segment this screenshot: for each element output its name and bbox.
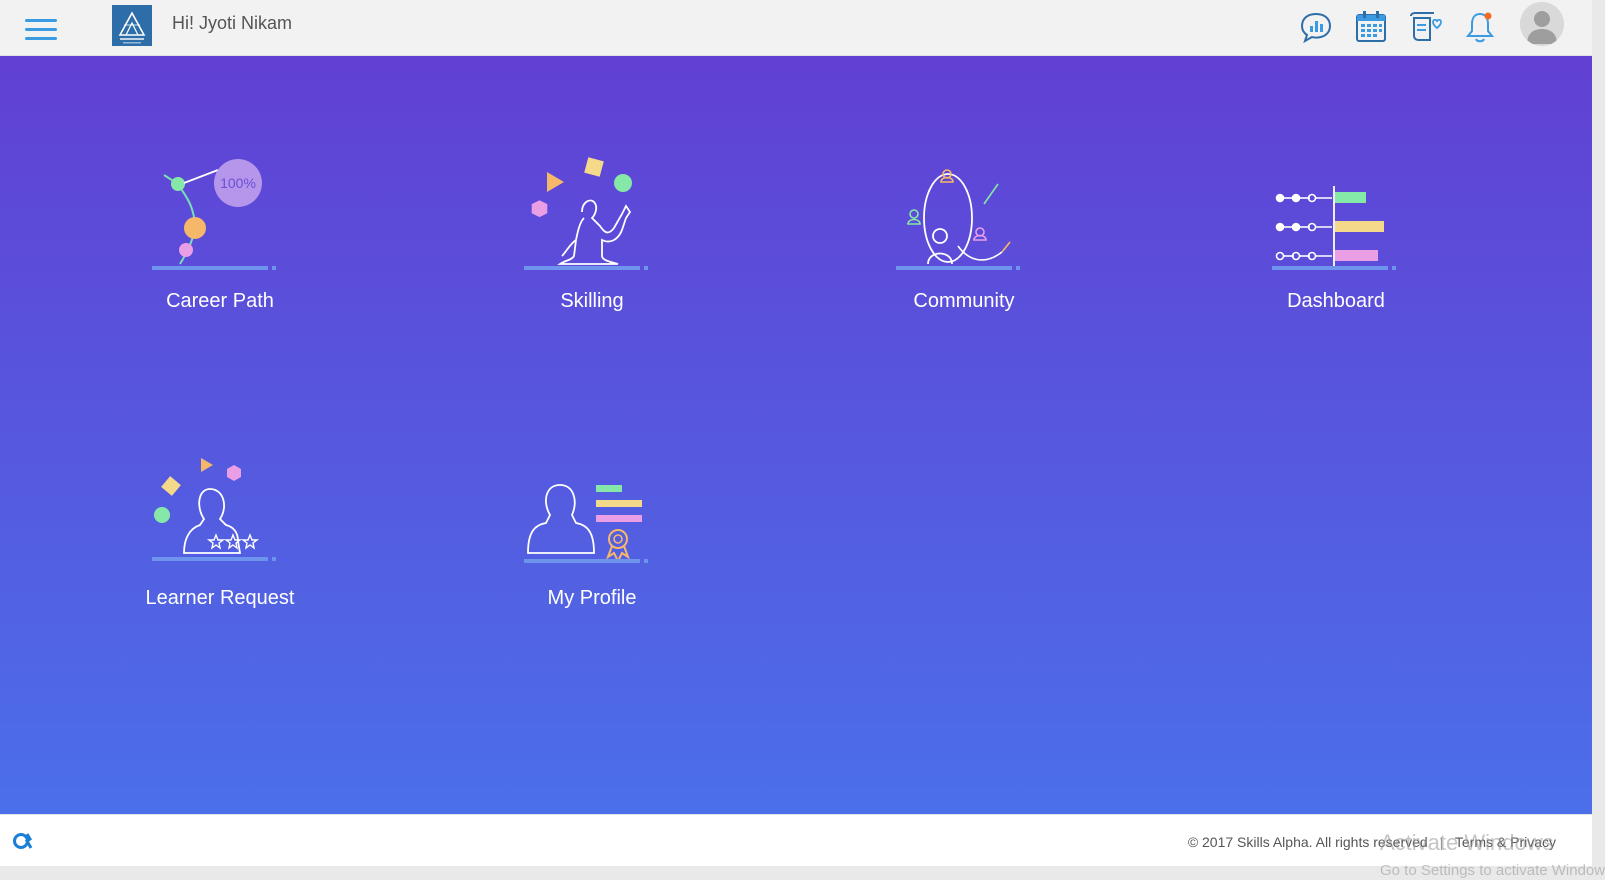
dashboard-icon — [1272, 186, 1396, 270]
tile-label: Career Path — [166, 290, 274, 312]
skilling-icon — [524, 157, 648, 270]
skills-alpha-logo[interactable] — [112, 5, 152, 46]
copyright-bar: © 2017 Skills Alpha. All rights reserved… — [1188, 834, 1556, 850]
top-bar: Hi! Jyoti Nikam — [0, 0, 1592, 56]
tile-label: Learner Request — [145, 587, 295, 609]
community-icon — [896, 169, 1020, 270]
tile-label: Community — [913, 290, 1015, 312]
copyright-text: © 2017 Skills Alpha. All rights reserved — [1187, 834, 1428, 850]
career-path-icon: 100% — [152, 159, 276, 270]
terms-privacy-link[interactable]: Terms & Privacy — [1455, 834, 1556, 850]
tile-label: My Profile — [547, 587, 637, 609]
app-window: Hi! Jyoti Nikam 100% Career Path Skillin… — [0, 0, 1592, 866]
tile-label: Skilling — [560, 290, 624, 312]
my-profile-icon — [524, 484, 648, 563]
tile-label: Dashboard — [1287, 290, 1385, 312]
alpha-logo-icon[interactable] — [12, 831, 36, 856]
learner-request-icon — [152, 458, 276, 561]
user-avatar[interactable] — [1520, 2, 1564, 46]
calendar-icon[interactable] — [1352, 8, 1390, 46]
feedback-icon[interactable] — [1406, 8, 1444, 46]
tile-dashboard[interactable]: Dashboard — [1226, 156, 1446, 313]
footer-separator: | — [1439, 834, 1444, 850]
main-panel: 100% Career Path Skilling Community Dash… — [0, 56, 1592, 814]
career-badge: 100% — [220, 175, 256, 191]
tile-learner-request[interactable]: Learner Request — [110, 453, 330, 610]
footer: © 2017 Skills Alpha. All rights reserved… — [0, 814, 1592, 866]
bell-icon[interactable] — [1461, 8, 1499, 46]
tile-career-path[interactable]: 100% Career Path — [110, 156, 330, 313]
notification-dot-icon — [1484, 12, 1492, 20]
tile-my-profile[interactable]: My Profile — [482, 453, 702, 610]
user-greeting: Hi! Jyoti Nikam — [172, 13, 293, 33]
chat-analytics-icon[interactable] — [1297, 8, 1335, 46]
tile-skilling[interactable]: Skilling — [482, 156, 702, 313]
hamburger-menu-icon[interactable] — [22, 9, 60, 47]
tile-community[interactable]: Community — [854, 156, 1074, 313]
